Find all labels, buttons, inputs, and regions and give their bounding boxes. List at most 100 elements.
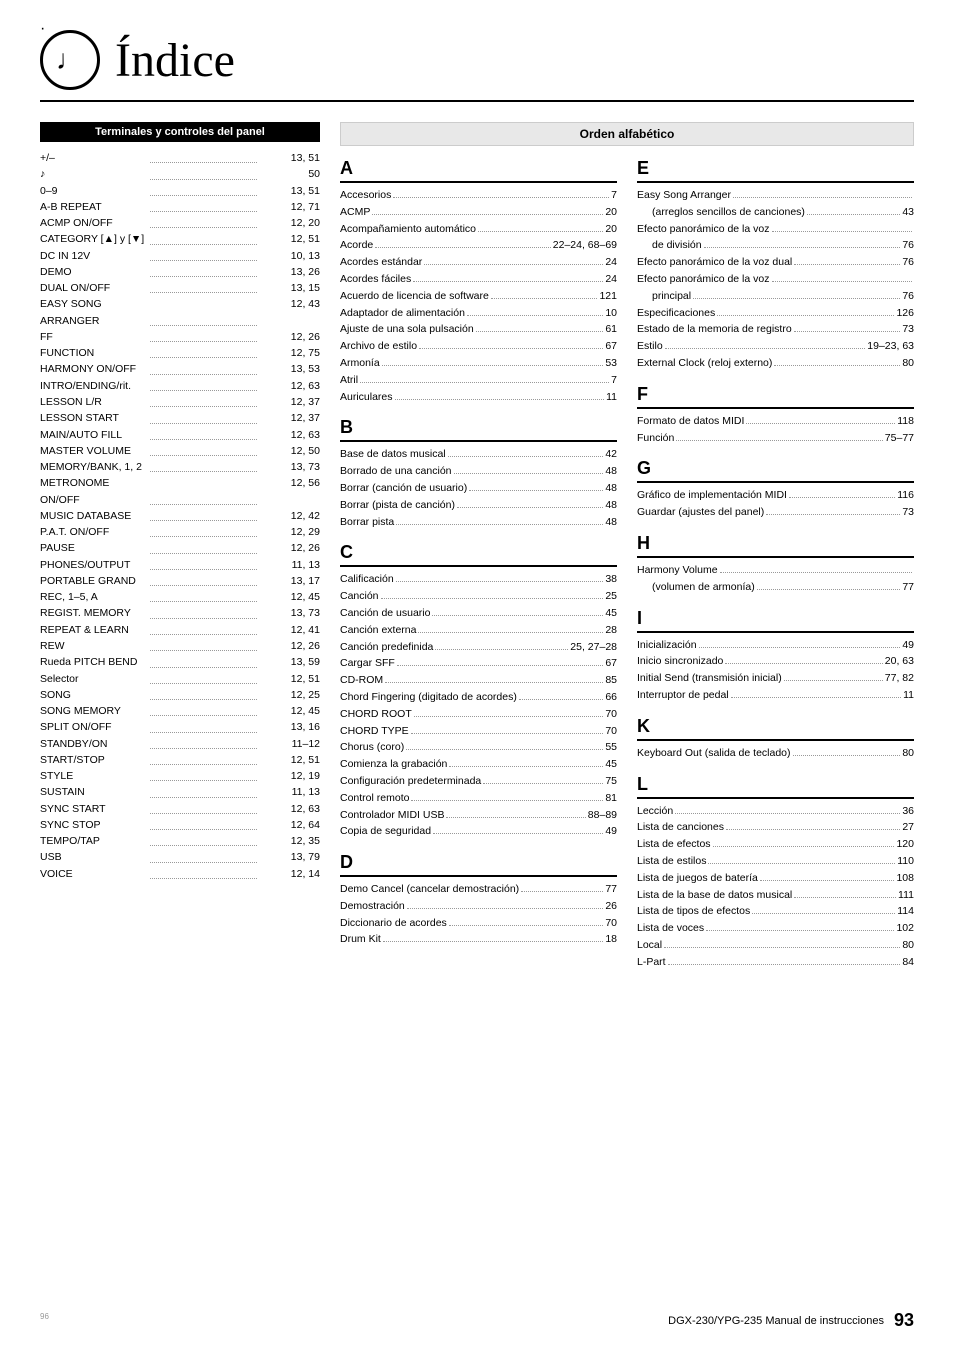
alpha-entry-page: 110: [897, 853, 914, 870]
alpha-entry-page: 67: [605, 655, 617, 672]
entry-name: 0–9: [40, 183, 147, 199]
panel-entry: MEMORY/BANK, 1, 2 13, 73: [40, 459, 320, 475]
entry-name: START/STOP: [40, 752, 147, 768]
alpha-entry-name: Comienza la grabación: [340, 756, 447, 773]
alpha-entry-name: Inicio sincronizado: [637, 653, 723, 670]
alpha-entry: de división 76: [637, 237, 914, 254]
entry-name: MAIN/AUTO FILL: [40, 427, 147, 443]
panel-entry: +/– 13, 51: [40, 150, 320, 166]
alpha-entry-page: 20, 63: [885, 653, 914, 670]
alpha-entry-page: 45: [605, 605, 617, 622]
alpha-entry-name: Easy Song Arranger: [637, 187, 731, 204]
alpha-entry: Acordes estándar 24: [340, 254, 617, 271]
entry-page: 13, 16: [260, 719, 320, 735]
alpha-entry: Borrado de una canción 48: [340, 463, 617, 480]
alpha-columns: A Accesorios 7 ACMP 20 Acompañamiento au…: [340, 158, 914, 971]
panel-entry: REPEAT & LEARN 12, 41: [40, 622, 320, 638]
panel-entry: DC IN 12V 10, 13: [40, 248, 320, 264]
alpha-entry: Estado de la memoria de registro 73: [637, 321, 914, 338]
alpha-entry-name: Acordes estándar: [340, 254, 422, 271]
entry-name: REPEAT & LEARN: [40, 622, 147, 638]
entry-page: 12, 63: [260, 427, 320, 443]
entry-page: 13, 79: [260, 849, 320, 865]
entry-name: DUAL ON/OFF: [40, 280, 147, 296]
alpha-entry-name: Lista de efectos: [637, 836, 711, 853]
panel-entry: INTRO/ENDING/rit. 12, 63: [40, 378, 320, 394]
panel-entry: SYNC STOP 12, 64: [40, 817, 320, 833]
alpha-entry-name: Accesorios: [340, 187, 391, 204]
alpha-entry-name: Local: [637, 937, 662, 954]
entry-name: LESSON START: [40, 410, 147, 426]
alpha-entry: Demostración 26: [340, 898, 617, 915]
alpha-entry: Borrar (canción de usuario) 48: [340, 480, 617, 497]
panel-entry: 0–9 13, 51: [40, 183, 320, 199]
alpha-entry: Acorde 22–24, 68–69: [340, 237, 617, 254]
alpha-entry-name: Lista de tipos de efectos: [637, 903, 750, 920]
entry-page: 12, 45: [260, 703, 320, 719]
entry-page: 13, 73: [260, 459, 320, 475]
entry-page: 12, 64: [260, 817, 320, 833]
alpha-entry-page: 84: [902, 954, 914, 971]
entry-page: 12, 51: [260, 671, 320, 687]
alpha-entry-page: 77: [605, 881, 617, 898]
alpha-entry-page: 70: [605, 723, 617, 740]
alpha-entry: Copia de seguridad 49: [340, 823, 617, 840]
main-content: Terminales y controles del panel +/– 13,…: [40, 122, 914, 971]
page-number: 93: [894, 1310, 914, 1331]
alpha-entry: Keyboard Out (salida de teclado) 80: [637, 745, 914, 762]
entry-page: 12, 43: [260, 296, 320, 329]
alpha-entry-page: 88–89: [588, 807, 617, 824]
alpha-entry: Initial Send (transmisión inicial) 77, 8…: [637, 670, 914, 687]
alpha-entry-page: 48: [605, 480, 617, 497]
alpha-entry-name: Acompañamiento automático: [340, 221, 476, 238]
alpha-entry-name: Acuerdo de licencia de software: [340, 288, 489, 305]
alpha-entry: Lista de juegos de batería 108: [637, 870, 914, 887]
entry-name: Selector: [40, 671, 147, 687]
alpha-entry-page: 38: [605, 571, 617, 588]
alpha-entry: Estilo 19–23, 63: [637, 338, 914, 355]
entry-name: HARMONY ON/OFF: [40, 361, 147, 377]
entry-page: 11, 13: [260, 784, 320, 800]
alpha-entry-page: 70: [605, 706, 617, 723]
panel-entry: FF 12, 26: [40, 329, 320, 345]
alpha-entry-name: Acordes fáciles: [340, 271, 411, 288]
alpha-entry-name: CHORD TYPE: [340, 723, 409, 740]
entry-name: REW: [40, 638, 147, 654]
alpha-entry-page: 25: [605, 588, 617, 605]
entry-page: 11–12: [260, 736, 320, 752]
alpha-entry: Local 80: [637, 937, 914, 954]
entry-name: SONG MEMORY: [40, 703, 147, 719]
alpha-entry: Lección 36: [637, 803, 914, 820]
entry-page: 12, 41: [260, 622, 320, 638]
entry-name: MUSIC DATABASE: [40, 508, 147, 524]
alpha-entry-name: L-Part: [637, 954, 666, 971]
alpha-entry-name: Lista de canciones: [637, 819, 724, 836]
entry-page: 12, 63: [260, 801, 320, 817]
alpha-entry-name: CHORD ROOT: [340, 706, 412, 723]
alpha-entry-page: 80: [902, 355, 914, 372]
panel-entry: STANDBY/ON 11–12: [40, 736, 320, 752]
alpha-entry: Base de datos musical 42: [340, 446, 617, 463]
alpha-entry-name: Inicialización: [637, 637, 697, 654]
alpha-entry: Especificaciones 126: [637, 305, 914, 322]
alpha-entry-name: Lista de estilos: [637, 853, 706, 870]
alpha-entry-page: 77, 82: [885, 670, 914, 687]
alpha-entry-name: Base de datos musical: [340, 446, 446, 463]
page-footer: DGX-230/YPG-235 Manual de instrucciones …: [668, 1310, 914, 1331]
alpha-entry-name: Borrar (pista de canción): [340, 497, 455, 514]
entry-name: P.A.T. ON/OFF: [40, 524, 147, 540]
entry-name: FUNCTION: [40, 345, 147, 361]
alpha-entry-page: 121: [599, 288, 617, 305]
panel-header: Terminales y controles del panel: [40, 122, 320, 142]
alpha-header: Orden alfabético: [340, 122, 914, 146]
alpha-entry-page: 19–23, 63: [867, 338, 914, 355]
entry-page: 13, 73: [260, 605, 320, 621]
entry-page: 50: [260, 166, 320, 182]
panel-entry: P.A.T. ON/OFF 12, 29: [40, 524, 320, 540]
alpha-entry: Lista de efectos 120: [637, 836, 914, 853]
alpha-entry: (arreglos sencillos de canciones) 43: [637, 204, 914, 221]
alpha-entry: Chorus (coro) 55: [340, 739, 617, 756]
panel-entry: SPLIT ON/OFF 13, 16: [40, 719, 320, 735]
entry-name: PHONES/OUTPUT: [40, 557, 147, 573]
alpha-entry-name: Demostración: [340, 898, 405, 915]
